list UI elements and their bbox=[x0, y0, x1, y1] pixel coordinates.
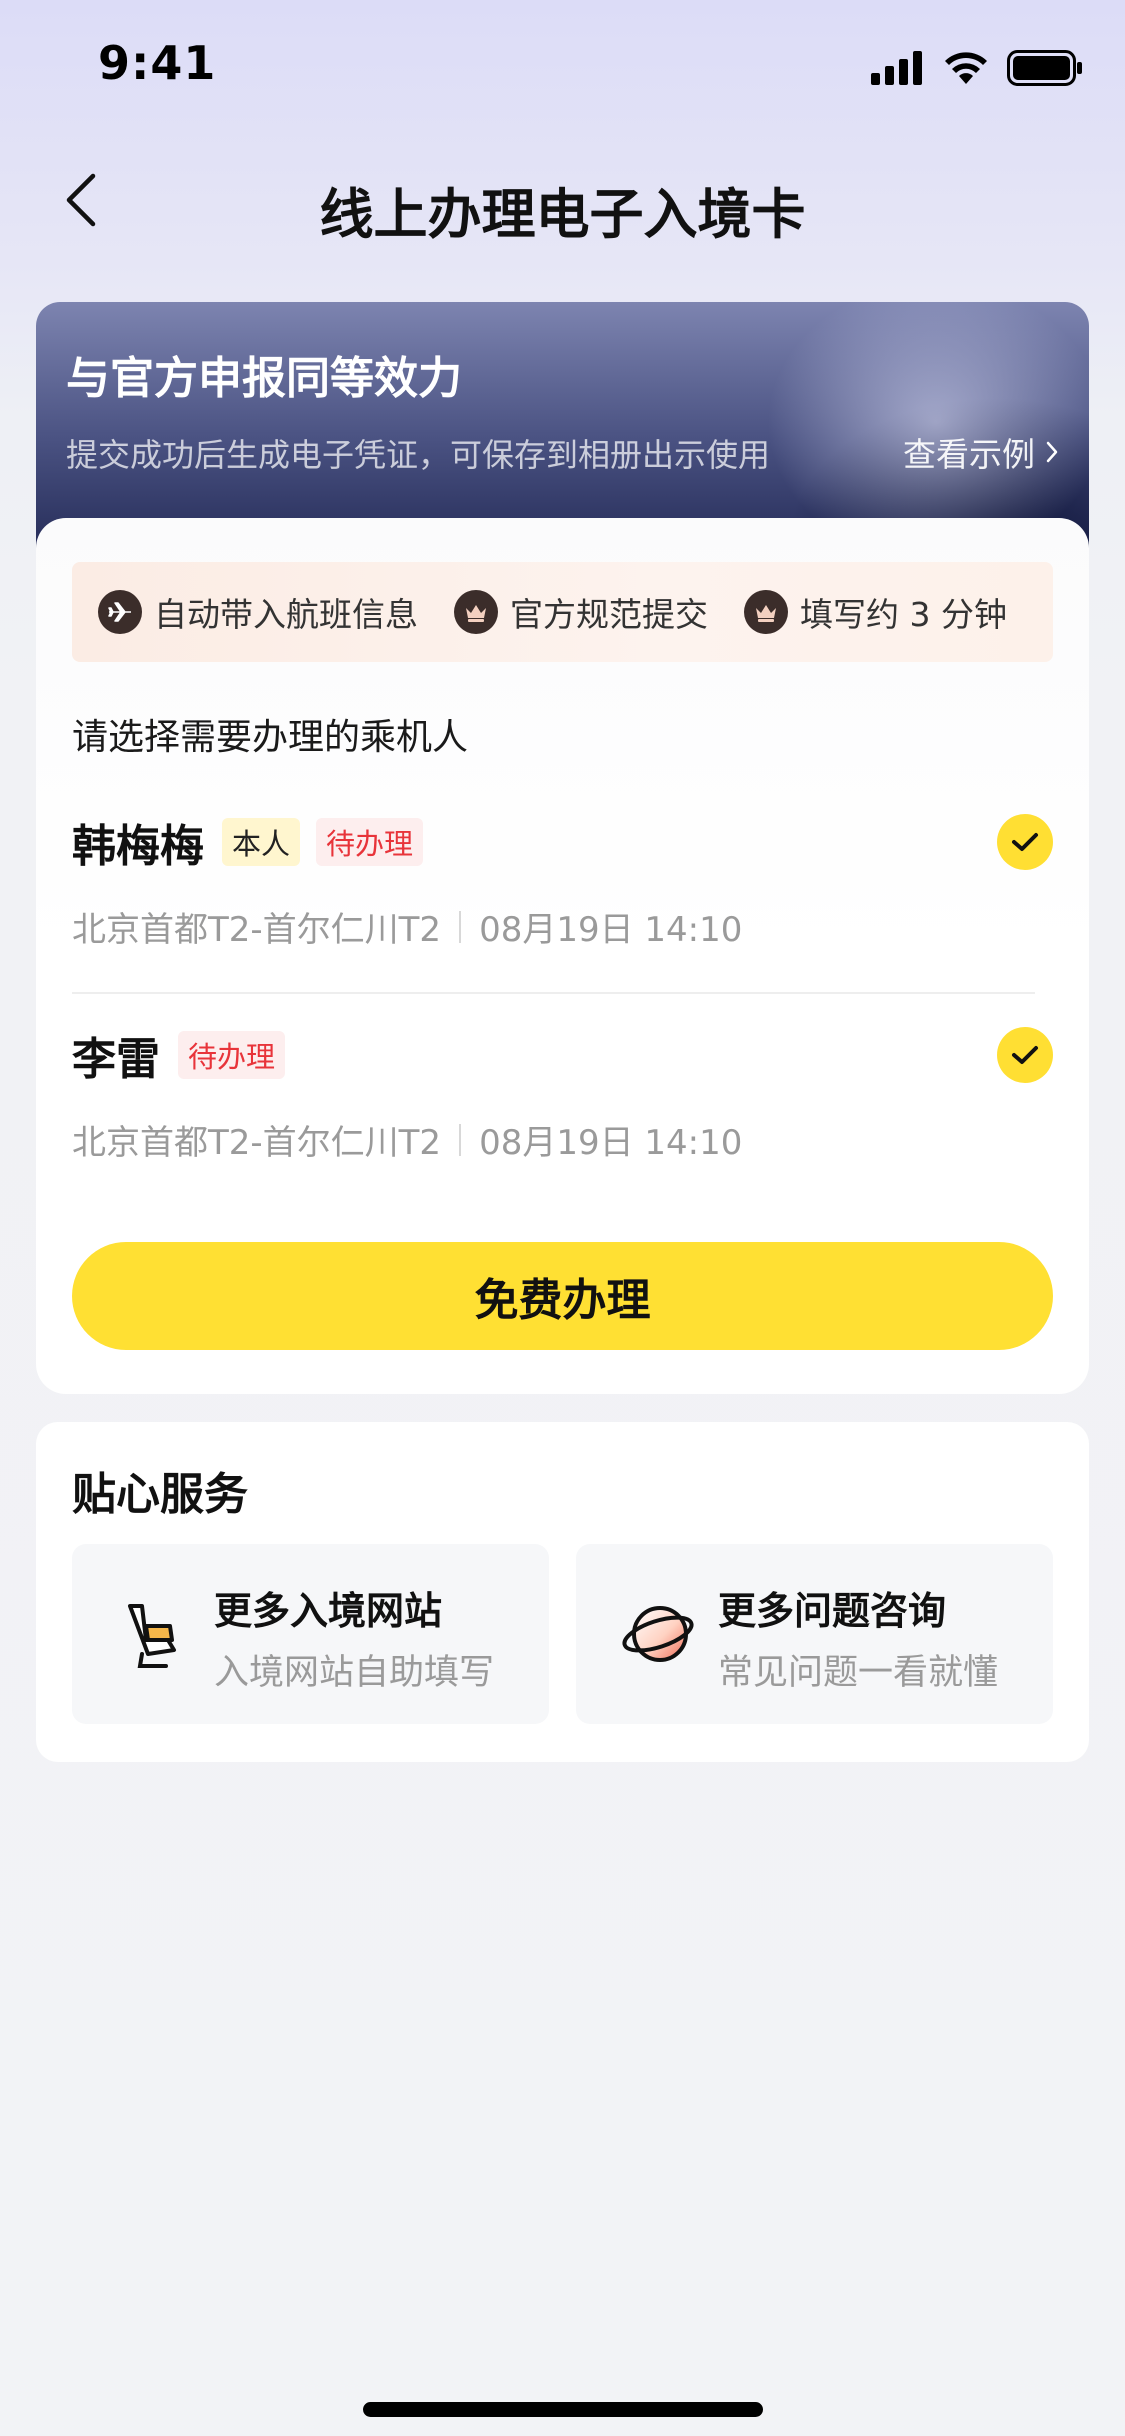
flight-route: 北京首都T2-首尔仁川T2 bbox=[72, 910, 442, 950]
status-icons bbox=[871, 48, 1083, 88]
feature-strip: 自动带入航班信息 官方规范提交 填写约 3 分钟 bbox=[72, 562, 1053, 662]
battery-icon bbox=[1007, 50, 1082, 86]
wifi-icon bbox=[945, 52, 987, 84]
page-title: 线上办理电子入境卡 bbox=[319, 183, 806, 246]
services-title: 贴心服务 bbox=[72, 1469, 248, 1520]
banner-subtitle: 提交成功后生成电子凭证，可保存到相册出示使用 bbox=[66, 436, 771, 474]
chevron-right-icon bbox=[1046, 441, 1058, 463]
feature-label: 填写约 3 分钟 bbox=[800, 595, 1007, 634]
service-title: 更多入境网站 bbox=[214, 1589, 443, 1633]
crown-icon bbox=[744, 590, 788, 634]
divider bbox=[459, 1123, 462, 1156]
passenger-row[interactable]: 韩梅梅 本人 待办理 北京首都T2-首尔仁川T2 08月19日 14:10 bbox=[72, 812, 1053, 951]
feature-item: 填写约 3 分钟 bbox=[744, 588, 1007, 636]
feature-item: 官方规范提交 bbox=[454, 588, 708, 636]
service-subtitle: 入境网站自助填写 bbox=[214, 1653, 495, 1693]
free-apply-button[interactable]: 免费办理 bbox=[72, 1242, 1053, 1350]
passenger-checkbox[interactable] bbox=[997, 1027, 1053, 1083]
banner-title: 与官方申报同等效力 bbox=[66, 353, 462, 404]
passenger-checkbox[interactable] bbox=[997, 814, 1053, 870]
passenger-row[interactable]: 李雷 待办理 北京首都T2-首尔仁川T2 08月19日 14:10 bbox=[72, 1025, 1053, 1164]
self-badge: 本人 bbox=[222, 818, 301, 866]
home-indicator bbox=[363, 2402, 763, 2417]
passenger-name: 李雷 bbox=[72, 1034, 160, 1085]
row-divider bbox=[72, 992, 1035, 994]
status-badge: 待办理 bbox=[178, 1031, 286, 1079]
plane-icon bbox=[98, 590, 142, 634]
status-badge: 待办理 bbox=[316, 818, 424, 866]
passenger-card: 自动带入航班信息 官方规范提交 填写约 3 分钟 请选择需要办理的乘机人 韩梅梅… bbox=[36, 518, 1089, 1394]
service-item-faq[interactable]: 更多问题咨询 常见问题一看就懂 bbox=[576, 1544, 1053, 1724]
seat-icon bbox=[128, 1604, 176, 1668]
status-time: 9:41 bbox=[98, 36, 217, 90]
status-bar: 9:41 bbox=[0, 0, 1125, 130]
view-example-link[interactable]: 查看示例 bbox=[903, 428, 1059, 476]
passenger-name: 韩梅梅 bbox=[72, 821, 204, 872]
signal-icon bbox=[871, 51, 922, 85]
view-example-label: 查看示例 bbox=[903, 435, 1035, 474]
service-title: 更多问题咨询 bbox=[718, 1589, 947, 1633]
checkmark-icon bbox=[1012, 833, 1038, 851]
feature-label: 自动带入航班信息 bbox=[154, 595, 418, 634]
crown-icon bbox=[454, 590, 498, 634]
feature-item: 自动带入航班信息 bbox=[98, 588, 418, 636]
passenger-section-label: 请选择需要办理的乘机人 bbox=[72, 717, 469, 758]
nav-bar: 线上办理电子入境卡 bbox=[0, 150, 1125, 250]
flight-datetime: 08月19日 14:10 bbox=[479, 910, 743, 950]
hero-banner: 与官方申报同等效力 提交成功后生成电子凭证，可保存到相册出示使用 查看示例 bbox=[36, 302, 1089, 552]
feature-label: 官方规范提交 bbox=[510, 595, 708, 634]
service-item-entry-websites[interactable]: 更多入境网站 入境网站自助填写 bbox=[72, 1544, 549, 1724]
flight-datetime: 08月19日 14:10 bbox=[479, 1123, 743, 1163]
service-subtitle: 常见问题一看就懂 bbox=[718, 1653, 999, 1693]
planet-icon bbox=[622, 1606, 694, 1662]
services-card: 贴心服务 更多入境网站 入境网站自助填写 更多问题咨询 常见问题一看就懂 bbox=[36, 1422, 1089, 1762]
divider bbox=[459, 910, 462, 943]
checkmark-icon bbox=[1012, 1046, 1038, 1064]
flight-route: 北京首都T2-首尔仁川T2 bbox=[72, 1123, 442, 1163]
